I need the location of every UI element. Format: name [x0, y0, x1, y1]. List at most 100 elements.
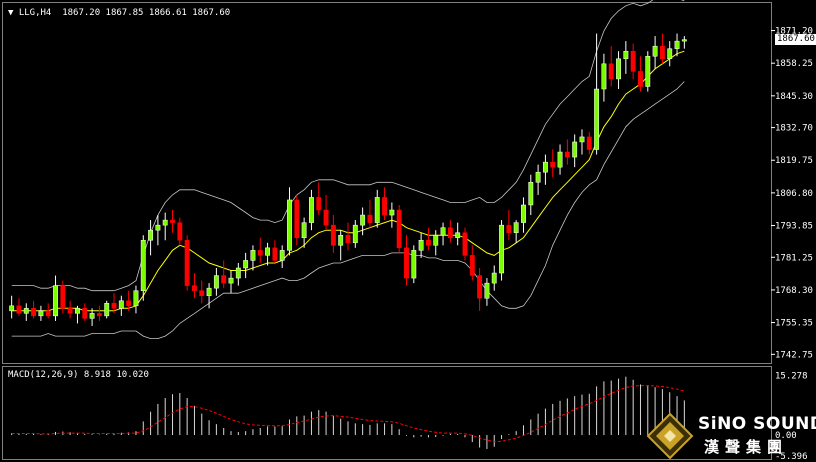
candle-body: [250, 250, 256, 261]
candle: [440, 222, 446, 246]
candle-body: [396, 209, 402, 249]
candle: [352, 220, 358, 248]
candle: [572, 134, 578, 168]
candle: [484, 278, 490, 306]
candle: [396, 204, 402, 253]
candle-body: [23, 308, 29, 314]
candle: [579, 129, 585, 155]
candle: [681, 36, 687, 49]
candle: [608, 46, 614, 87]
candle: [272, 240, 278, 263]
candle-body: [82, 308, 88, 319]
candle-body: [382, 197, 388, 216]
candle: [67, 300, 73, 319]
candle-body: [404, 247, 409, 279]
candle: [60, 280, 66, 314]
dropdown-arrow-icon[interactable]: ▼: [8, 8, 13, 18]
candle-body: [323, 209, 329, 226]
candle-body: [542, 161, 548, 173]
candle-body: [16, 305, 22, 314]
candle: [330, 215, 336, 253]
candle: [564, 139, 570, 165]
candle: [82, 303, 88, 321]
macd-axis-label: 15.278: [775, 372, 808, 382]
candle-body: [279, 250, 285, 261]
candle: [499, 220, 504, 281]
candle: [9, 295, 15, 319]
candle-body: [484, 282, 490, 299]
candle-body: [148, 229, 154, 241]
candle-body: [265, 247, 271, 256]
candle: [162, 212, 168, 241]
candle: [235, 262, 241, 286]
candle: [528, 174, 534, 216]
candle: [133, 285, 139, 314]
candle: [586, 131, 592, 155]
candle-body: [652, 45, 658, 57]
symbol-label: LLG,H4: [18, 8, 52, 18]
candle: [616, 51, 621, 90]
candle: [53, 275, 58, 321]
candle-body: [213, 275, 219, 289]
candle-body: [513, 222, 519, 233]
price-axis-label: 1768.30: [775, 286, 813, 296]
candle: [411, 245, 417, 284]
candle-body: [572, 141, 578, 158]
candle-body: [491, 272, 497, 284]
candle: [287, 187, 292, 256]
candle-body: [623, 50, 629, 60]
chart-header: ▼ LLG,H4 1867.20 1867.85 1866.61 1867.60: [8, 8, 230, 18]
candle-body: [521, 204, 526, 223]
logo-name: SiNO SOUND: [698, 414, 816, 434]
candle: [192, 273, 197, 299]
candle-body: [199, 290, 205, 296]
candle-body: [345, 234, 351, 244]
candle-body: [564, 151, 570, 158]
candle: [96, 305, 102, 321]
price-chart-panel[interactable]: 1871.20 1858.25 1845.30 1832.70 1819.75 1806.…: [2, 0, 813, 364]
candle: [221, 260, 227, 289]
candle: [645, 51, 651, 92]
candle-body: [477, 275, 483, 299]
candle-body: [67, 308, 73, 314]
candle-body: [257, 250, 263, 256]
candle-body: [608, 63, 614, 80]
candle-body: [638, 71, 643, 87]
candle-body: [367, 214, 373, 223]
candle-body: [601, 63, 607, 90]
candle: [374, 189, 380, 228]
candle-body: [425, 240, 431, 246]
candle: [667, 41, 673, 67]
candle: [594, 33, 600, 155]
candle-body: [316, 197, 322, 211]
candle-body: [45, 310, 51, 317]
price-chart-canvas: 1871.201858.251845.301832.701819.751806.…: [9, 0, 813, 360]
candle: [265, 242, 271, 266]
candle-body: [308, 197, 314, 223]
candle-body: [301, 222, 307, 238]
price-axis-label: 1819.75: [775, 156, 813, 166]
candle: [279, 245, 285, 268]
candle: [184, 235, 190, 291]
price-axis-label: 1845.30: [775, 92, 813, 102]
candle: [550, 149, 556, 178]
candle-body: [206, 287, 212, 296]
candle-body: [221, 275, 227, 284]
candle-body: [681, 39, 687, 42]
candle-body: [243, 260, 249, 269]
candle: [447, 220, 453, 243]
candle-body: [462, 232, 468, 256]
candle-body: [53, 285, 58, 317]
candle: [542, 154, 548, 185]
candle-body: [235, 267, 241, 279]
moving-average-line: [11, 50, 685, 312]
candle: [652, 36, 658, 69]
candle: [659, 33, 665, 64]
candle: [75, 305, 80, 324]
candle: [506, 210, 512, 241]
candle-body: [455, 232, 461, 238]
candle-body: [557, 151, 563, 168]
candle-body: [360, 214, 366, 226]
logo-chinese-name: 漢聲集團: [704, 438, 789, 456]
candle: [418, 232, 424, 258]
